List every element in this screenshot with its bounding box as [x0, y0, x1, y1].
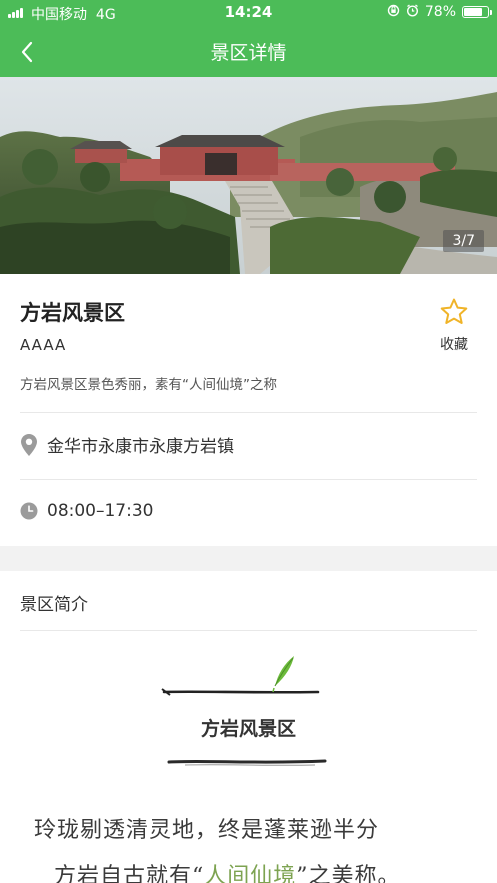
poem-line-2-prefix: 方岩自古就有“: [54, 864, 205, 883]
battery-percent: 78%: [424, 4, 456, 20]
intro-decor-title: 方岩风景区: [200, 718, 296, 740]
page-title: 景区详情: [210, 42, 287, 64]
decorative-leaf-rule: [161, 656, 320, 696]
favorite-label: 收藏: [440, 337, 468, 353]
section-gap: [0, 546, 497, 571]
scenic-name: 方岩风景区: [20, 301, 125, 325]
alarm-icon: [406, 4, 419, 20]
app-header: 中国移动 4G 14:24 78% 景区详情: [0, 0, 497, 77]
rotation-lock-icon: [387, 4, 400, 20]
address-row[interactable]: 金华市永康市永康方岩镇: [20, 432, 234, 457]
intro-poem-line-2: 方岩自古就有“人间仙境”之美称。: [54, 858, 401, 883]
poem-highlight: 人间仙境: [204, 864, 297, 883]
scenic-info: 方岩风景区 AAAA 方岩风景区景色秀丽，素有“人间仙境”之称 收藏 金华市永康…: [0, 274, 497, 546]
photo-counter: 3/7: [443, 230, 484, 252]
location-pin-icon: [21, 433, 37, 456]
poem-line-2-suffix: ”之美称。: [296, 864, 401, 883]
nav-bar: 景区详情: [0, 26, 497, 77]
divider: [20, 479, 477, 480]
intro-section-title: 景区简介: [20, 595, 88, 615]
scenic-photo-carousel[interactable]: 3/7: [0, 77, 497, 274]
clock-icon: [20, 502, 38, 520]
divider: [20, 412, 477, 413]
status-bar: 中国移动 4G 14:24 78%: [0, 0, 497, 26]
scenic-photo: [0, 77, 497, 274]
scenic-description: 方岩风景区景色秀丽，素有“人间仙境”之称: [20, 377, 277, 393]
star-outline-icon: [440, 298, 468, 324]
battery-icon: [462, 6, 492, 18]
favorite-button[interactable]: 收藏: [433, 296, 475, 354]
address-text: 金华市永康市永康方岩镇: [47, 437, 234, 457]
scenic-level: AAAA: [20, 336, 67, 354]
divider: [20, 630, 477, 631]
decorative-brush-rule: [167, 759, 327, 766]
intro-poem-line-1: 玲珑剔透清灵地，终是蓬莱逊半分: [34, 818, 380, 843]
hours-row: 08:00–17:30: [20, 501, 153, 521]
hours-text: 08:00–17:30: [47, 501, 154, 521]
status-right: 78%: [387, 4, 492, 20]
